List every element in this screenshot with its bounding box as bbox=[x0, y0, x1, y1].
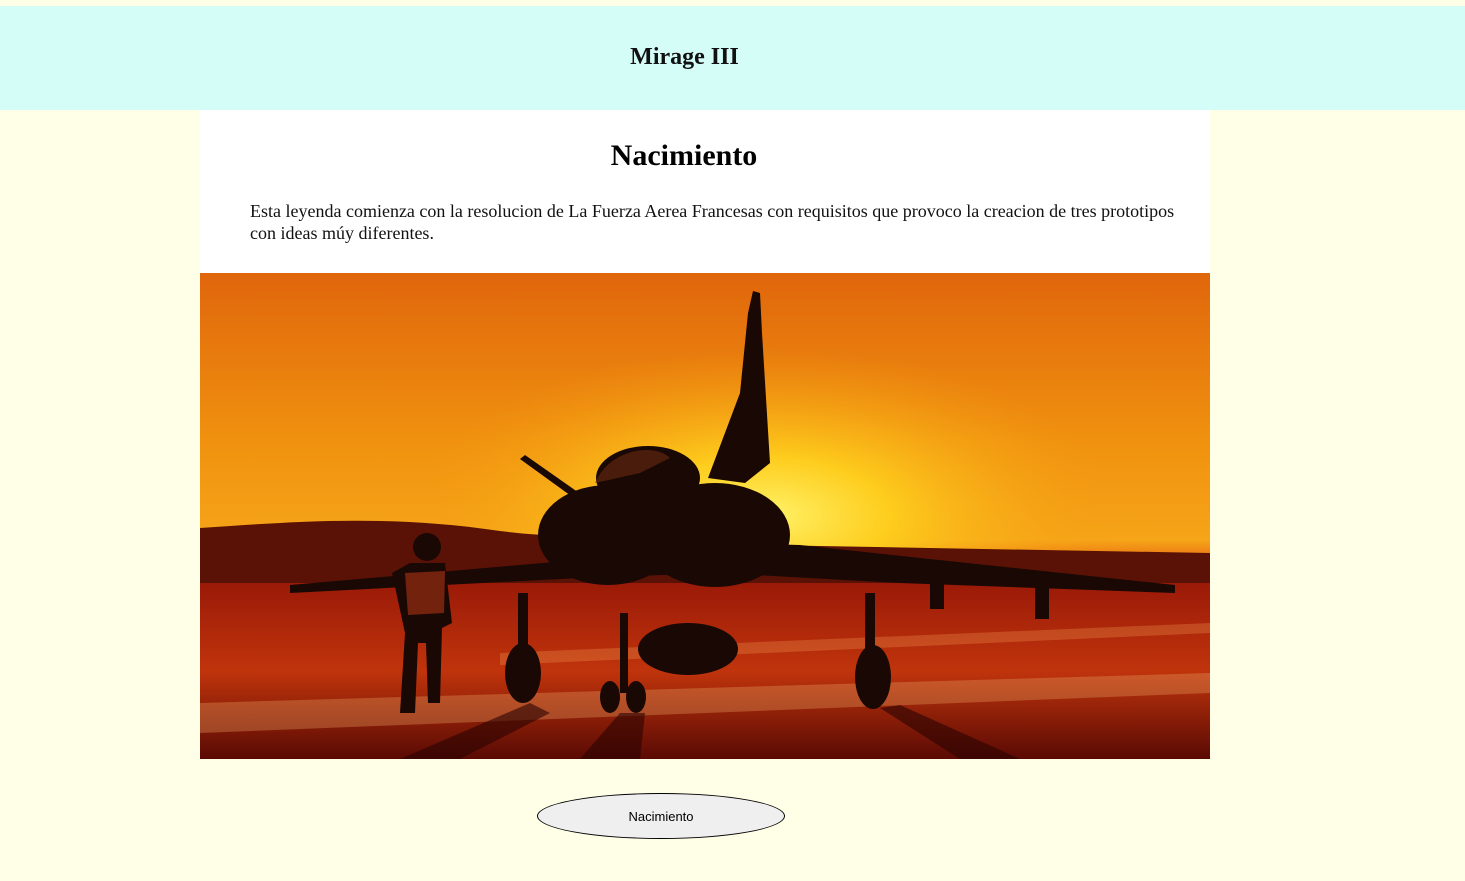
nacimiento-button[interactable]: Nacimiento bbox=[537, 793, 785, 839]
content-section: Nacimiento Esta leyenda comienza con la … bbox=[200, 110, 1210, 273]
section-paragraph: Esta leyenda comienza con la resolucion … bbox=[250, 201, 1175, 243]
section-title: Nacimiento bbox=[610, 139, 758, 172]
page-header: Mirage III bbox=[0, 6, 1465, 110]
jet-sunset-image bbox=[200, 273, 1210, 759]
site-title: Mirage III bbox=[630, 44, 739, 70]
